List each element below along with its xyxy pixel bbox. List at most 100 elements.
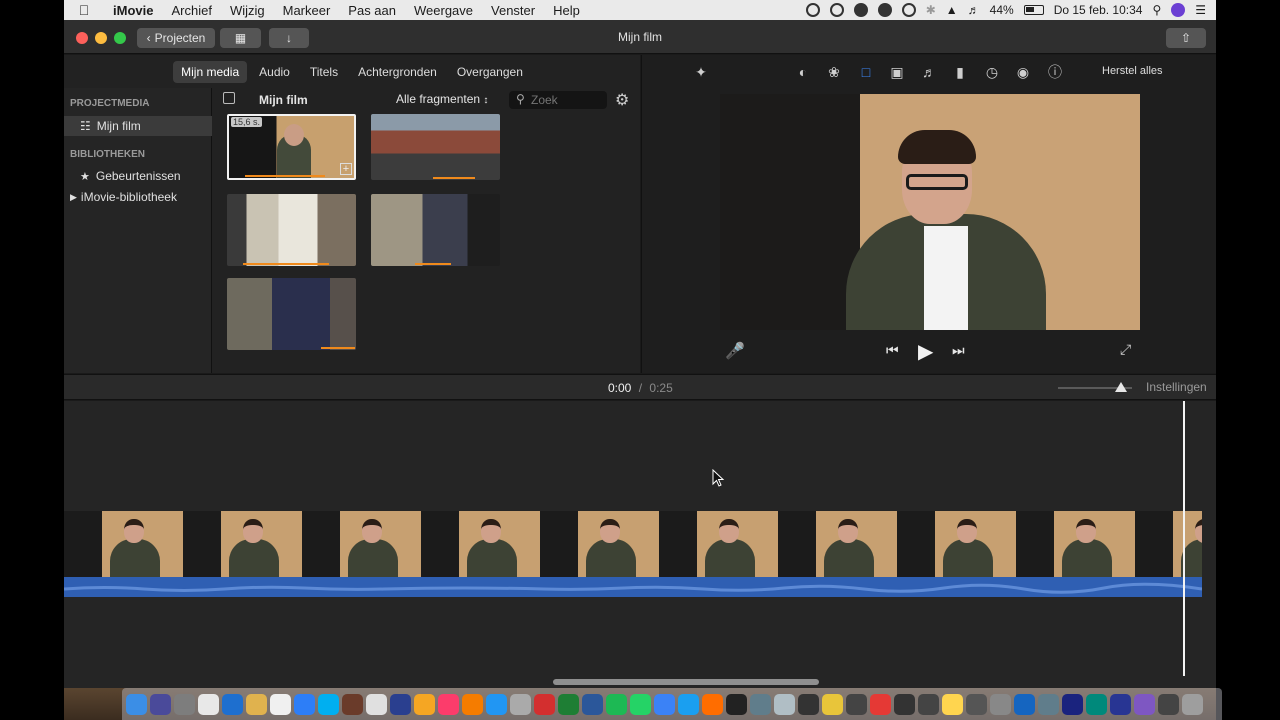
share-button[interactable]: ⇧ [1166,28,1206,48]
menu-weergave[interactable]: Weergave [405,3,482,18]
tab-achtergronden[interactable]: Achtergronden [350,61,445,83]
dock-app-icon[interactable] [222,693,243,715]
menu-venster[interactable]: Venster [482,3,544,18]
media-clip-3[interactable] [227,194,356,266]
time-machine-icon[interactable] [901,3,916,17]
menu-archief[interactable]: Archief [162,3,220,18]
dock-app-icon[interactable] [198,693,219,715]
cloud-icon[interactable] [877,3,892,17]
dock-app-icon[interactable] [798,693,819,715]
dock-app-icon[interactable] [486,693,507,715]
filter-popup[interactable]: Alle fragmenten ↕ [396,92,488,106]
menu-app-name[interactable]: iMovie [104,3,162,18]
disclosure-triangle-icon[interactable]: ▶ [70,192,77,203]
dock-app-icon[interactable] [510,693,531,715]
video-clip-filmstrip[interactable] [64,511,1202,577]
toggle-sidebar-icon[interactable] [223,92,235,104]
menu-markeer[interactable]: Markeer [274,3,340,18]
tab-overgangen[interactable]: Overgangen [449,61,531,83]
volume-icon[interactable]: ♬ [920,63,938,81]
color-correction-icon[interactable]: ❀ [825,63,843,81]
creative-cloud-icon[interactable] [829,3,844,17]
dock-app-icon[interactable] [1158,693,1179,715]
menu-pas-aan[interactable]: Pas aan [339,3,405,18]
horizontal-scrollbar[interactable] [553,679,819,685]
sidebar-item-events[interactable]: ★ Gebeurtenissen [64,166,212,186]
dock-app-icon[interactable] [966,693,987,715]
dock-app-icon[interactable] [462,693,483,715]
dock-app-icon[interactable] [894,693,915,715]
battery-icon[interactable] [1023,5,1044,15]
play-icon[interactable]: ▶ [918,339,933,364]
audio-waveform[interactable] [63,577,1203,597]
notification-center-icon[interactable]: ☰ [1195,3,1206,17]
dock-app-icon[interactable] [150,693,171,715]
media-clip-5[interactable] [227,278,356,350]
battery-percent[interactable]: 44% [990,3,1014,17]
dock-app-icon[interactable] [870,693,891,715]
stabilization-icon[interactable]: ▣ [888,63,906,81]
dock-app-icon[interactable] [822,693,843,715]
volume-icon[interactable]: ♬ [968,3,980,17]
dock-app-icon[interactable] [1134,693,1155,715]
dock-app-icon[interactable] [990,693,1011,715]
dock-app-icon[interactable] [558,693,579,715]
playhead[interactable] [1183,401,1185,676]
speed-icon[interactable]: ◷ [983,63,1001,81]
dock-app-icon[interactable] [678,693,699,715]
dock-app-icon[interactable] [1086,693,1107,715]
dock-app-icon[interactable] [246,693,267,715]
dock-app-icon[interactable] [390,693,411,715]
dock-app-icon[interactable] [702,693,723,715]
dock-app-icon[interactable] [726,693,747,715]
skip-back-icon[interactable]: ⏮ [886,342,899,359]
wifi-icon[interactable]: ▲ [946,3,958,17]
dock-app-icon[interactable] [846,693,867,715]
dock-app-icon[interactable] [318,693,339,715]
timeline[interactable] [63,401,1216,688]
sidebar-item-library[interactable]: ▶ iMovie-bibliotheek [64,187,212,207]
dock-app-icon[interactable] [1110,693,1131,715]
microphone-icon[interactable]: 🎤 [725,341,745,361]
dock-app-icon[interactable] [1182,693,1203,715]
spotlight-icon[interactable]: ⚲ [1152,3,1161,17]
reset-all-button[interactable]: Herstel alles [1102,65,1163,77]
tab-titels[interactable]: Titels [302,61,346,83]
dock-app-icon[interactable] [342,693,363,715]
color-balance-icon[interactable]: ◐ [794,63,812,81]
zoom-slider-knob[interactable] [1115,382,1127,392]
dock-app-icon[interactable] [366,693,387,715]
info-icon[interactable]: ⓘ [1046,63,1064,81]
dock-app-icon[interactable] [774,693,795,715]
app-status-icon[interactable] [853,3,868,17]
menu-wijzig[interactable]: Wijzig [221,3,274,18]
gear-icon[interactable]: ⚙ [615,90,629,110]
dock-app-icon[interactable] [1038,693,1059,715]
dock-app-icon[interactable] [126,693,147,715]
crop-icon[interactable]: □ [857,63,875,81]
dock-app-icon[interactable] [438,693,459,715]
equalizer-icon[interactable]: ▮ [951,63,969,81]
dock-app-icon[interactable] [750,693,771,715]
magic-wand-icon[interactable]: ✦ [692,63,710,81]
timeline-settings-button[interactable]: Instellingen [1146,380,1207,394]
dock-app-icon[interactable] [918,693,939,715]
media-clip-4[interactable] [371,194,500,266]
dock-app-icon[interactable] [294,693,315,715]
dock-app-icon[interactable] [270,693,291,715]
media-clip-2[interactable] [371,114,500,180]
dock-app-icon[interactable] [1014,693,1035,715]
clock[interactable]: Do 15 feb. 10:34 [1054,3,1143,17]
add-to-timeline-icon[interactable]: + [340,163,352,175]
dock-app-icon[interactable] [630,693,651,715]
record-icon[interactable] [805,3,820,17]
tab-mijn-media[interactable]: Mijn media [173,60,248,83]
dock-app-icon[interactable] [534,693,555,715]
menu-help[interactable]: Help [544,3,589,18]
skip-forward-icon[interactable]: ⏭ [952,342,965,359]
media-clip-1[interactable]: 15,6 s. + [227,114,356,180]
dock-app-icon[interactable] [414,693,435,715]
dock-app-icon[interactable] [174,693,195,715]
filter-icon[interactable]: ◉ [1014,63,1032,81]
dock-app-icon[interactable] [942,693,963,715]
